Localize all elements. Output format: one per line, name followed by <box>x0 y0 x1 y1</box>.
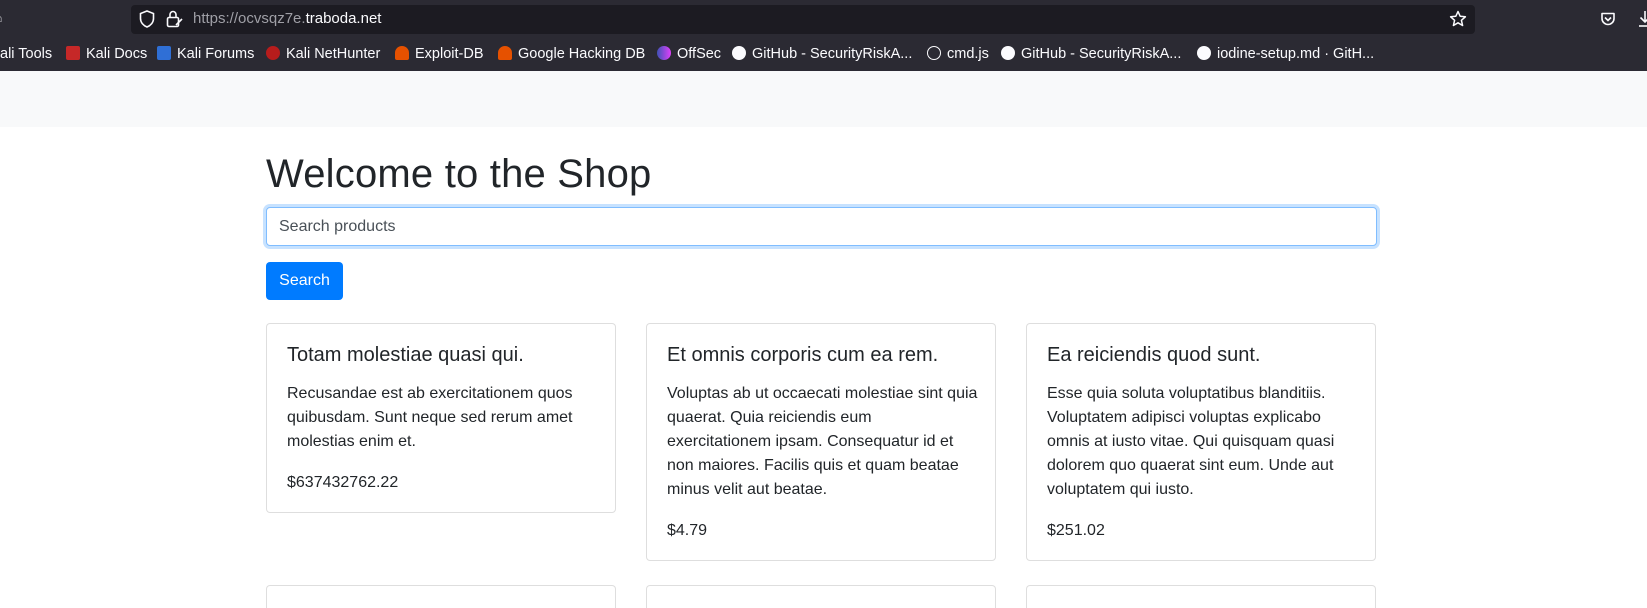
bookmark-label: Google Hacking DB <box>518 46 646 62</box>
lock-icon[interactable] <box>165 9 183 29</box>
home-icon[interactable]: ⌂ <box>0 9 8 25</box>
product-price: $251.02 <box>1047 522 1105 539</box>
product-card: Ea reiciendis quod sunt. Esse quia solut… <box>1026 323 1376 561</box>
kali-forums-icon <box>157 46 171 60</box>
bookmark-label: Kali Docs <box>86 46 148 62</box>
bookmark-exploit-db[interactable]: Exploit-DB <box>395 42 484 66</box>
bookmark-kali-forums[interactable]: Kali Forums <box>157 42 254 66</box>
bookmark-google-hacking-db[interactable]: Google Hacking DB <box>498 42 645 66</box>
search-button[interactable]: Search <box>266 262 343 300</box>
bookmark-label: OffSec <box>677 46 722 62</box>
bookmark-label: Kali NetHunter <box>286 46 381 62</box>
bookmark-label: GitHub - SecurityRiskA... <box>1021 46 1182 62</box>
bookmark-label: cmd.js <box>947 46 989 62</box>
bookmark-iodine-setup[interactable]: iodine-setup.md · GitH... <box>1197 42 1374 66</box>
bookmark-label: Kali Forums <box>177 46 255 62</box>
bookmark-label: GitHub - SecurityRiskA... <box>752 46 913 62</box>
page-title: Welcome to the Shop <box>266 152 652 196</box>
product-card <box>266 585 616 608</box>
kali-docs-icon <box>66 46 80 60</box>
bookmark-label: Exploit-DB <box>415 46 484 62</box>
shield-icon[interactable] <box>139 10 155 28</box>
product-description: Voluptas ab ut occaecati molestiae sint … <box>667 385 978 498</box>
product-name: Et omnis corporis cum ea rem. <box>667 344 939 366</box>
github-icon <box>732 46 746 60</box>
bookmark-kali-docs[interactable]: Kali Docs <box>66 42 147 66</box>
product-name: Ea reiciendis quod sunt. <box>1047 344 1261 366</box>
bookmark-star-icon[interactable] <box>1449 10 1467 28</box>
bookmark-label: ali Tools <box>0 46 53 62</box>
github-icon <box>1197 46 1211 60</box>
browser-chrome: ⌂ https://ocvsqz7e.traboda.net ali Tools… <box>0 0 1647 71</box>
globe-icon <box>927 46 941 60</box>
exploit-db-icon <box>395 46 409 60</box>
github-icon <box>1001 46 1015 60</box>
product-description: Esse quia soluta voluptatibus blanditiis… <box>1047 385 1335 498</box>
product-name: Totam molestiae quasi qui. <box>287 344 524 366</box>
url-prefix: https://ocvsqz7e. <box>193 10 306 27</box>
pocket-icon[interactable] <box>1600 11 1616 27</box>
product-card: Et omnis corporis cum ea rem. Voluptas a… <box>646 323 996 561</box>
product-card: Totam molestiae quasi qui. Recusandae es… <box>266 323 616 513</box>
navbar <box>0 71 1647 127</box>
bookmark-label: iodine-setup.md · GitH... <box>1217 46 1375 62</box>
product-card <box>1026 585 1376 608</box>
bookmark-github-2[interactable]: GitHub - SecurityRiskA... <box>1001 42 1181 66</box>
url-text[interactable]: https://ocvsqz7e.traboda.net <box>193 10 381 27</box>
url-host: traboda.net <box>305 10 382 27</box>
nethunter-icon <box>266 46 280 60</box>
bookmark-cmd-js[interactable]: cmd.js <box>927 42 989 66</box>
bookmark-kali-tools[interactable]: ali Tools <box>0 42 52 66</box>
product-description: Recusandae est ab exercitationem quos qu… <box>287 385 573 450</box>
product-price: $4.79 <box>667 522 708 539</box>
bookmark-kali-nethunter[interactable]: Kali NetHunter <box>266 42 380 66</box>
bookmark-github-1[interactable]: GitHub - SecurityRiskA... <box>732 42 912 66</box>
search-input[interactable] <box>266 207 1377 246</box>
bookmark-offsec[interactable]: OffSec <box>657 42 721 66</box>
toolbar: ⌂ https://ocvsqz7e.traboda.net <box>0 0 1647 38</box>
product-price: $637432762.22 <box>287 474 399 491</box>
offsec-icon <box>657 46 671 60</box>
ghdb-icon <box>498 46 512 60</box>
product-card <box>646 585 996 608</box>
download-icon[interactable] <box>1638 10 1647 28</box>
page-content: Welcome to the Shop Search Totam molesti… <box>0 71 1647 608</box>
